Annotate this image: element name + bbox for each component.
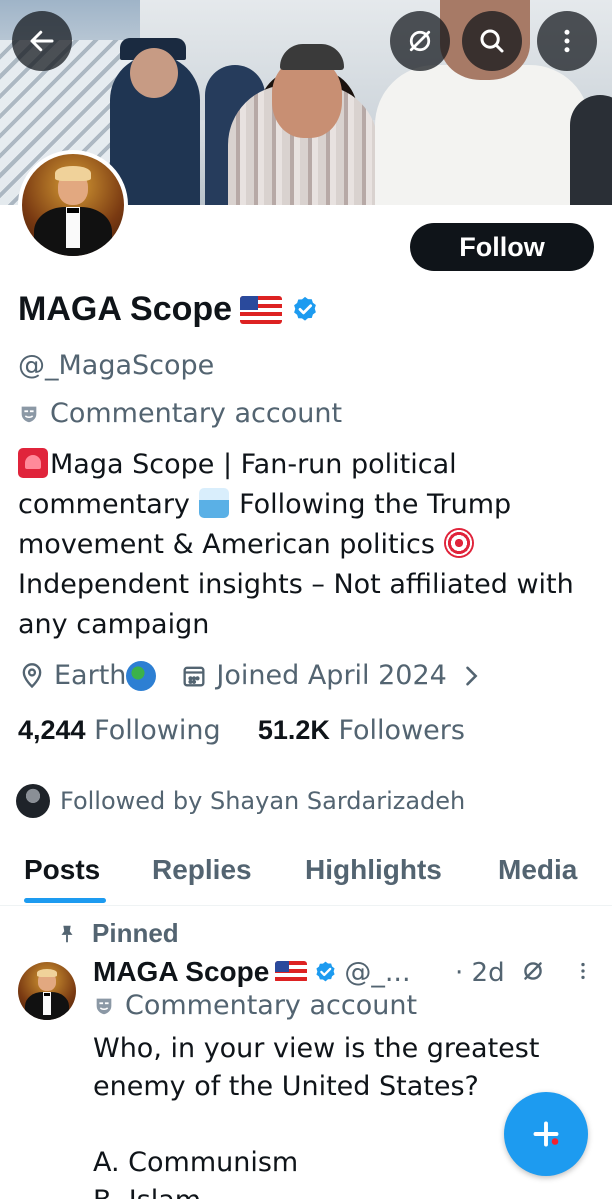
- verified-badge-icon: [316, 961, 335, 981]
- profile-handle: @_MagaScope: [18, 350, 215, 381]
- bio-line: commentary: [18, 489, 190, 520]
- banner-person: [375, 65, 590, 205]
- grok-slash-icon[interactable]: [520, 958, 546, 984]
- back-button[interactable]: [12, 11, 72, 71]
- followers-count: 51.2K: [257, 715, 330, 745]
- follower-avatar: [16, 784, 50, 818]
- location-text: Earth: [54, 660, 127, 691]
- post-header[interactable]: MAGA Scope @_...: [93, 956, 411, 988]
- following-label: Following: [94, 715, 221, 746]
- follow-button[interactable]: Follow: [410, 223, 594, 271]
- commentary-mask-icon: [21, 406, 37, 422]
- avatar-shirt: [42, 992, 52, 1016]
- earth-globe-emoji: [126, 660, 157, 691]
- arrow-left-icon: [30, 30, 54, 52]
- calendar-icon: [183, 666, 205, 686]
- post-commentary-label: Commentary account: [93, 990, 417, 1021]
- more-options-button[interactable]: [537, 11, 597, 71]
- commentary-mask-icon: [96, 998, 112, 1014]
- avatar-bowtie: [43, 992, 51, 996]
- active-tab-indicator: [24, 898, 106, 903]
- profile-meta: Earth Joined April 2024: [18, 660, 493, 691]
- pin-icon: [61, 925, 73, 942]
- display-name: MAGA Scope: [18, 290, 233, 328]
- post-commentary-text: Commentary account: [125, 990, 418, 1021]
- banner-person: [570, 95, 612, 205]
- bio-line: movement & American politics: [18, 529, 435, 560]
- plus-icon: [533, 1121, 559, 1147]
- avatar-shirt: [65, 207, 81, 248]
- us-flag-emoji: [275, 961, 308, 983]
- tab-posts[interactable]: Posts: [24, 854, 100, 886]
- siren-emoji: [18, 448, 48, 478]
- more-vertical-icon: [564, 29, 570, 53]
- ballot-box-emoji: [198, 488, 229, 518]
- follow-stats: 4,244 Following 51.2K Followers: [18, 715, 465, 746]
- post-author-name: MAGA Scope: [93, 956, 270, 987]
- bio-line: Following the Trump: [239, 489, 512, 520]
- chevron-right-icon[interactable]: [457, 662, 485, 690]
- banner-person-face: [272, 58, 342, 138]
- bio-line: any campaign: [18, 609, 210, 640]
- followers-label: Followers: [338, 715, 465, 746]
- commentary-account-text: Commentary account: [50, 398, 343, 429]
- tab-media[interactable]: Media: [498, 854, 577, 886]
- verified-badge-icon[interactable]: [290, 295, 320, 325]
- followers-link[interactable]: 51.2K Followers: [258, 715, 465, 746]
- avatar-hair: [54, 166, 92, 181]
- compose-post-button[interactable]: [504, 1092, 588, 1176]
- joined-date: Joined April 2024: [216, 660, 447, 691]
- grok-slash-icon: [409, 30, 431, 52]
- followed-by-text: Followed by Shayan Sardarizadeh: [60, 787, 466, 815]
- bio-line: Maga Scope | Fan-run political: [50, 449, 457, 480]
- post-author-handle: @_...: [344, 956, 411, 988]
- avatar-hair: [36, 968, 58, 978]
- us-flag-emoji: [240, 295, 283, 324]
- post-timestamp[interactable]: · 2d: [455, 958, 505, 988]
- following-count: 4,244: [18, 715, 86, 745]
- location-pin-icon: [22, 662, 42, 688]
- tab-replies[interactable]: Replies: [152, 854, 252, 886]
- profile-name-row: MAGA Scope: [18, 290, 320, 329]
- avatar-bowtie: [66, 208, 80, 214]
- search-icon: [480, 29, 504, 53]
- direct-hit-emoji: [443, 528, 474, 558]
- banner-person-cap: [280, 44, 344, 70]
- pinned-label-row: Pinned: [56, 918, 179, 949]
- post-author-avatar[interactable]: [18, 962, 76, 1020]
- profile-tabs: Posts Replies Highlights Media: [0, 840, 612, 906]
- profile-bio: Maga Scope | Fan-run political commentar…: [18, 445, 598, 645]
- followed-by-row[interactable]: Followed by Shayan Sardarizadeh: [16, 784, 465, 818]
- commentary-account-label[interactable]: Commentary account: [18, 398, 342, 429]
- following-link[interactable]: 4,244 Following: [18, 715, 221, 746]
- grok-button[interactable]: [390, 11, 450, 71]
- profile-avatar[interactable]: [18, 150, 128, 260]
- banner-person-face: [130, 48, 178, 98]
- tab-highlights[interactable]: Highlights: [305, 854, 442, 886]
- bio-line: Independent insights – Not affiliated wi…: [18, 569, 574, 600]
- pinned-text: Pinned: [92, 918, 179, 948]
- search-button[interactable]: [462, 11, 522, 71]
- more-vertical-icon[interactable]: [572, 958, 594, 984]
